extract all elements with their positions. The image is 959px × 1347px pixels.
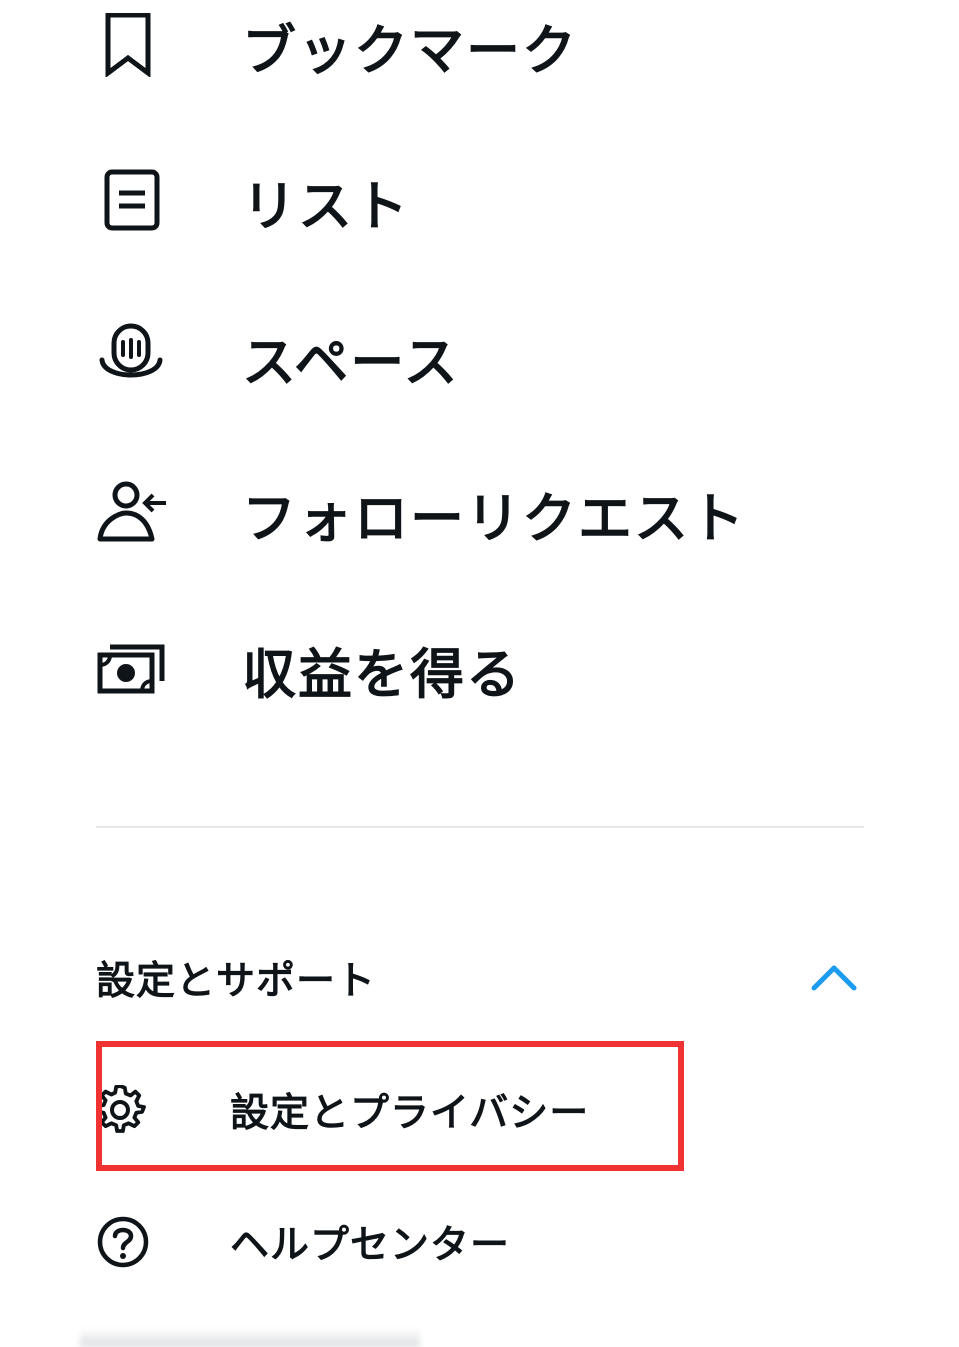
menu-item-label: ブックマーク — [242, 18, 578, 82]
settings-support-toggle[interactable]: 設定とサポート — [96, 942, 864, 1014]
section-divider — [96, 826, 864, 828]
menu-item-lists[interactable]: リスト — [96, 146, 863, 256]
sub-item-label: ヘルプセンター — [230, 1223, 511, 1268]
partially-visible-next-item — [80, 1328, 420, 1347]
menu-item-bookmarks[interactable]: ブックマーク — [96, 0, 863, 100]
menu-item-label: リスト — [242, 174, 410, 238]
settings-privacy-item[interactable]: 設定とプライバシー — [96, 1060, 863, 1160]
chevron-up-icon — [810, 956, 858, 1000]
spaces-microphone-icon — [96, 321, 168, 393]
menu-item-spaces[interactable]: スペース — [96, 302, 863, 412]
menu-item-monetization[interactable]: 収益を得る — [96, 614, 863, 724]
sub-item-label: 設定とプライバシー — [230, 1091, 590, 1136]
list-icon — [96, 165, 168, 237]
follow-request-icon — [96, 477, 168, 549]
menu-item-label: 収益を得る — [242, 642, 522, 706]
menu-item-label: フォローリクエスト — [242, 486, 746, 550]
menu-item-follow-requests[interactable]: フォローリクエスト — [96, 458, 863, 568]
section-title: 設定とサポート — [96, 959, 377, 1004]
help-center-item[interactable]: ヘルプセンター — [96, 1192, 863, 1292]
menu-item-label: スペース — [242, 330, 460, 394]
gear-icon — [96, 1080, 156, 1140]
monetization-money-icon — [96, 633, 168, 705]
help-question-icon — [96, 1212, 156, 1272]
bookmark-icon — [96, 9, 168, 81]
